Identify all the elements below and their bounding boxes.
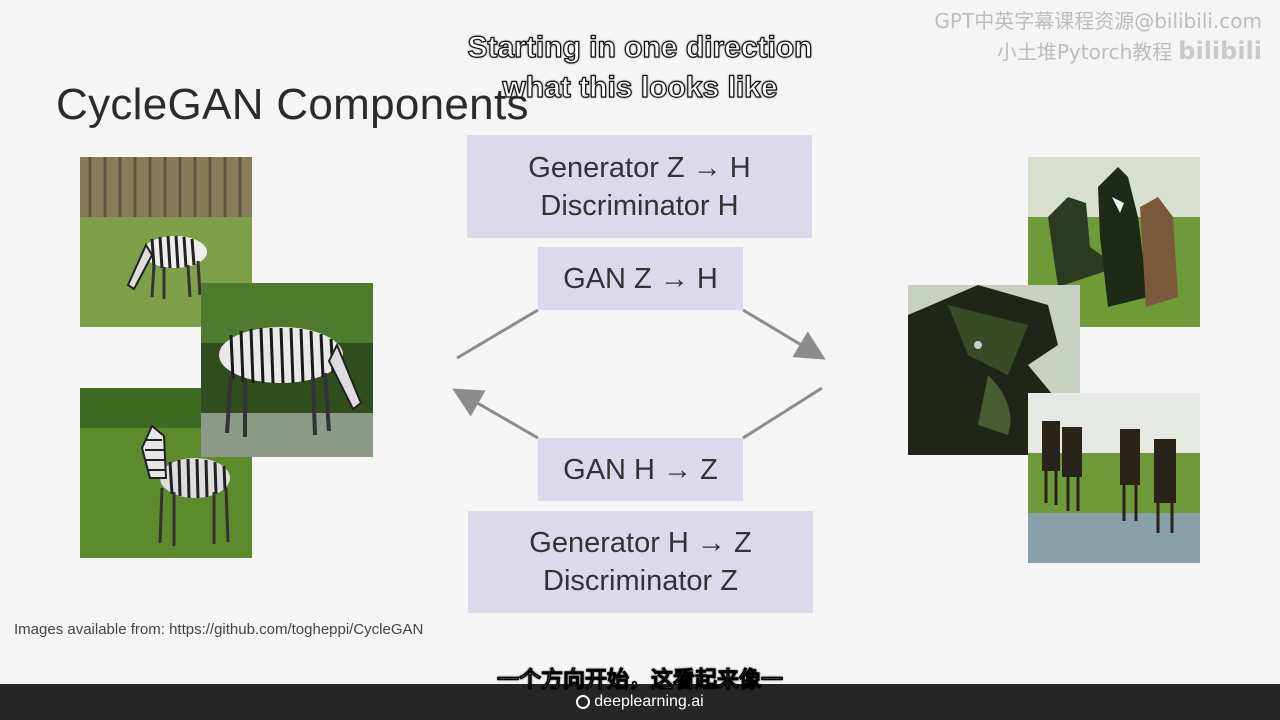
deeplearning-logo-icon (576, 695, 591, 709)
generator-discriminator-zh-box: Generator Z → H Discriminator H (467, 135, 812, 238)
arrow-right-down (742, 308, 826, 360)
arrow-right-up (742, 386, 823, 440)
slide: CycleGAN Components Generator Z → H Disc… (0, 0, 1280, 720)
generator-h-to-z-label: Generator H → Z (529, 527, 752, 559)
arrow-left-down (452, 388, 539, 440)
generator-discriminator-hz-box: Generator H → Z Discriminator Z (468, 511, 813, 613)
gan-z-to-h-label: GAN Z → H (563, 262, 718, 295)
english-subtitle-line2: what this looks like (502, 70, 778, 104)
gan-h-to-z-label: GAN H → Z (563, 453, 718, 486)
discriminator-z-label: Discriminator Z (543, 565, 738, 597)
watermark-line2-text: 小土堆Pytorch教程 (996, 40, 1173, 64)
generator-z-to-h-label: Generator Z → H (528, 151, 751, 184)
brand: deeplearning.ai (0, 693, 1280, 711)
bilibili-logo: bilibili (1178, 37, 1262, 65)
image-credit: Images available from: https://github.co… (14, 621, 424, 638)
watermark: GPT中英字幕课程资源@bilibili.com 小土堆Pytorch教程 bil… (934, 6, 1262, 67)
discriminator-h-label: Discriminator H (540, 189, 739, 222)
gan-h-to-z-box: GAN H → Z (538, 438, 743, 501)
watermark-line1: GPT中英字幕课程资源@bilibili.com (934, 9, 1262, 33)
watermark-line2: 小土堆Pytorch教程 bilibili (934, 36, 1262, 67)
chinese-subtitle: 一个方向开始，这看起来像一 (496, 668, 784, 694)
gan-z-to-h-box: GAN Z → H (538, 247, 743, 310)
brand-name: deeplearning.ai (594, 693, 704, 710)
arrow-left-up (456, 308, 539, 360)
